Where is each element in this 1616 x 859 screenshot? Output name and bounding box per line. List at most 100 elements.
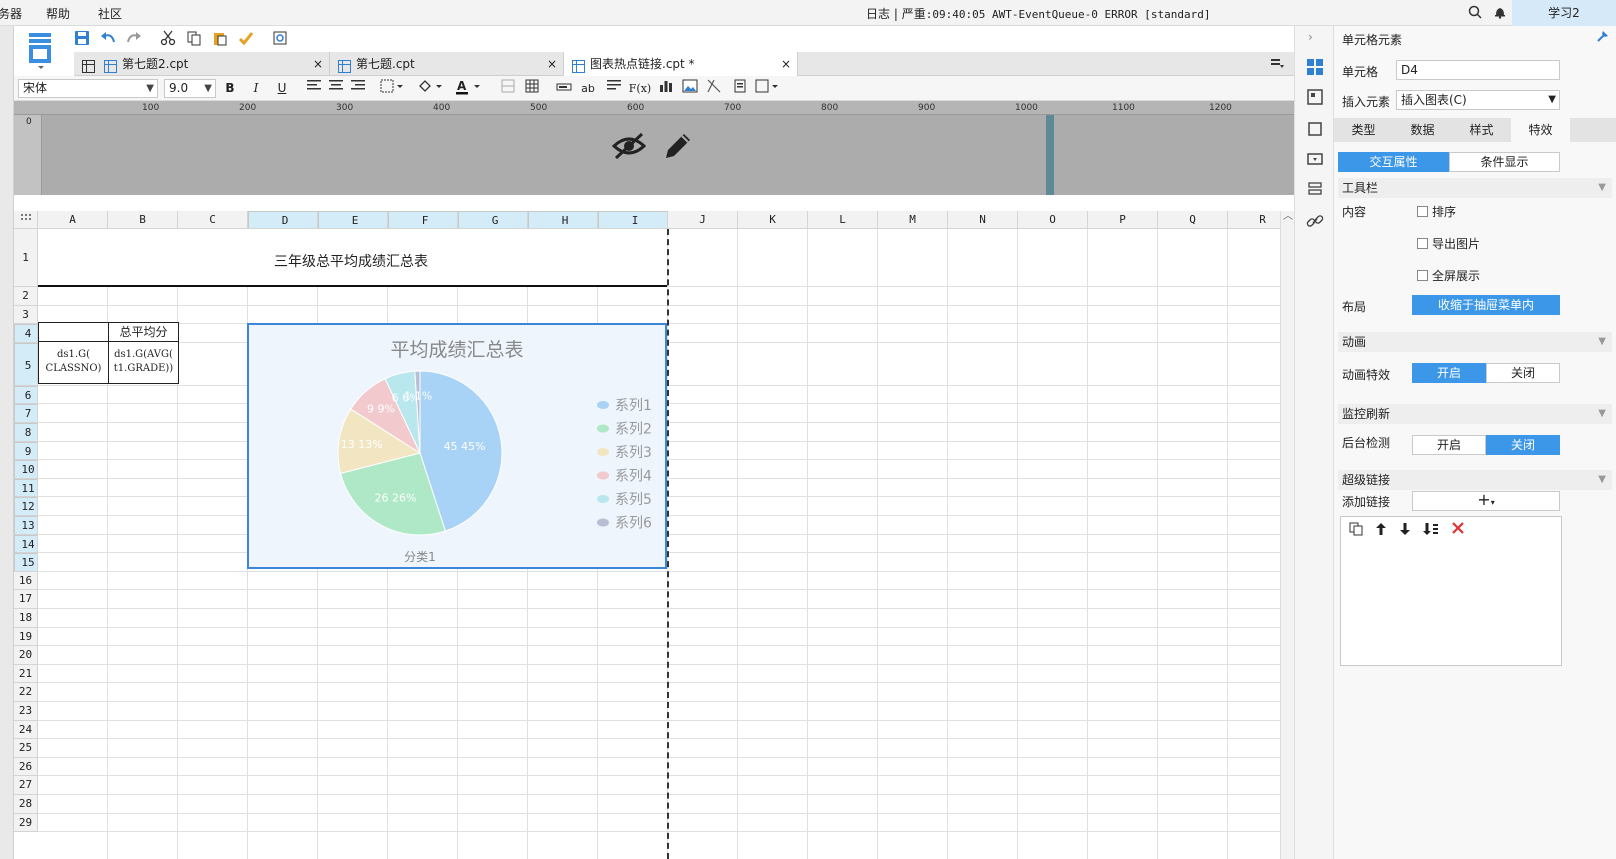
pie-chart-element[interactable]: 平均成绩汇总表 45 45% 26 26% 13 13% 9 9% 6 6% 1 1% 系列… (247, 323, 667, 569)
sort-down-icon[interactable] (1423, 522, 1439, 539)
search-icon[interactable] (1468, 5, 1482, 22)
template-dataset-icon[interactable] (24, 30, 58, 70)
border-icon[interactable] (378, 79, 408, 98)
column-header[interactable]: R (1228, 211, 1280, 229)
table-icon[interactable] (522, 79, 542, 98)
slash-icon[interactable] (704, 79, 724, 98)
row-header[interactable]: 24 (14, 720, 38, 740)
column-header[interactable]: M (878, 211, 948, 229)
row-header[interactable]: 3 (14, 305, 38, 325)
row-header[interactable]: 5 (14, 342, 38, 386)
legend-label[interactable]: 系列1 (615, 398, 652, 414)
animation-off-toggle[interactable]: 关闭 (1486, 363, 1560, 383)
cell-field[interactable]: D4 (1396, 60, 1560, 80)
hyperlink-section-header[interactable]: 超级链接 ▼ (1338, 470, 1612, 490)
tab-type[interactable]: 类型 (1334, 118, 1393, 142)
column-header[interactable]: F (388, 211, 458, 229)
row-header[interactable]: 27 (14, 776, 38, 795)
chart-insert-icon[interactable] (656, 79, 676, 98)
format-painter-icon[interactable] (236, 28, 256, 48)
tab-doc-3[interactable]: 图表热点链接.cpt * × (564, 52, 798, 76)
collapse-arrow-icon[interactable]: › (1308, 30, 1313, 44)
column-header[interactable]: K (738, 211, 808, 229)
condition-attribute-icon[interactable] (1304, 178, 1326, 200)
tab-data[interactable]: 数据 (1393, 118, 1452, 142)
underline-button[interactable]: U (272, 79, 292, 98)
animation-section-header[interactable]: 动画 ▼ (1338, 332, 1612, 352)
close-icon[interactable]: × (781, 52, 791, 76)
cell-element-icon[interactable] (1304, 56, 1326, 78)
row-header[interactable]: 2 (14, 287, 38, 306)
delete-icon[interactable] (1451, 521, 1465, 538)
paste-icon[interactable] (210, 28, 230, 48)
hyperlink-list[interactable] (1340, 516, 1562, 666)
sub-report-icon[interactable] (730, 79, 750, 98)
column-header[interactable]: I (598, 211, 668, 229)
bold-button[interactable]: B (220, 79, 240, 98)
background-check-on-toggle[interactable]: 开启 (1412, 435, 1486, 455)
menu-community[interactable]: 社区 (98, 5, 122, 22)
cell-b4[interactable]: 总平均分 (108, 322, 179, 342)
row-header[interactable]: 25 (14, 739, 38, 758)
column-header[interactable]: C (178, 211, 248, 229)
copy-icon[interactable] (1349, 522, 1363, 539)
title-cell[interactable]: 三年级总平均成绩汇总表 (38, 229, 667, 287)
tab-doc-2[interactable]: 第七题.cpt × (330, 52, 564, 76)
column-header[interactable]: H (528, 211, 598, 229)
row-header[interactable]: 28 (14, 795, 38, 814)
align-left-icon[interactable] (304, 79, 324, 98)
page-boundary-marker[interactable] (1046, 115, 1054, 195)
log-status[interactable]: 日志 | 严重:09:40:05 AWT-EventQueue-0 ERROR … (866, 5, 1211, 22)
tab-interaction-attributes[interactable]: 交互属性 (1338, 152, 1449, 172)
cell-a5[interactable]: ds1.G( CLASSNO) (38, 341, 109, 384)
select-all-corner[interactable] (14, 211, 38, 229)
row-header[interactable]: 23 (14, 702, 38, 721)
font-color-icon[interactable]: A (454, 79, 484, 98)
cell-a4[interactable] (38, 322, 109, 342)
row-header[interactable]: 17 (14, 590, 38, 609)
save-icon[interactable] (72, 28, 92, 48)
row-header[interactable]: 26 (14, 757, 38, 777)
row-header[interactable]: 21 (14, 664, 38, 684)
pin-icon[interactable] (1596, 29, 1610, 46)
row-header[interactable]: 19 (14, 627, 38, 647)
row-header[interactable]: 8 (14, 423, 38, 442)
add-link-button[interactable]: +▾ (1412, 491, 1560, 511)
row-header[interactable]: 18 (14, 609, 38, 628)
column-header[interactable]: P (1088, 211, 1158, 229)
fullscreen-checkbox[interactable] (1417, 270, 1428, 281)
row-header[interactable]: 6 (14, 385, 38, 405)
background-check-off-toggle[interactable]: 关闭 (1486, 435, 1560, 455)
font-size-select[interactable]: 9.0 ▼ (164, 79, 216, 98)
row-header[interactable]: 9 (14, 441, 38, 461)
monitor-section-header[interactable]: 监控刷新 ▼ (1338, 404, 1612, 424)
bell-icon[interactable] (1493, 5, 1507, 22)
undo-icon[interactable] (98, 28, 118, 48)
preview-icon[interactable] (270, 28, 290, 48)
insert-element-select[interactable]: 插入图表(C) ▼ (1396, 90, 1560, 110)
tab-doc-1[interactable]: 第七题2.cpt × (74, 52, 330, 76)
user-account-button[interactable]: 学习2 (1512, 0, 1616, 26)
spreadsheet[interactable]: ABCDEFGHIJKLMNOPQR 1 2 3 4 5 6 7 8 9 10 11 12 13 14 15… (14, 211, 1280, 859)
hyperlink-icon[interactable] (1304, 210, 1326, 232)
column-header[interactable]: Q (1158, 211, 1228, 229)
row-header[interactable]: 1 (14, 229, 38, 287)
cell-attribute-icon[interactable] (1304, 86, 1326, 108)
cell-b5[interactable]: ds1.G(AVG( t1.GRADE)) (108, 341, 179, 384)
formula-button[interactable]: F(x) (628, 79, 652, 98)
scroll-up-icon[interactable]: ︿ (1283, 207, 1293, 222)
font-family-select[interactable]: 宋体 ▼ (18, 79, 158, 98)
menu-help[interactable]: 帮助 (46, 5, 70, 22)
column-header[interactable]: D (248, 211, 318, 229)
export-image-checkbox[interactable] (1417, 238, 1428, 249)
vertical-scrollbar[interactable]: ︿ (1280, 211, 1294, 859)
legend-label[interactable]: 系列5 (615, 492, 652, 508)
italic-button[interactable]: I (246, 79, 266, 98)
move-down-icon[interactable] (1399, 522, 1411, 539)
align-right-icon[interactable] (348, 79, 368, 98)
cell-border-dropdown-icon[interactable] (754, 79, 782, 98)
row-header[interactable]: 16 (14, 571, 38, 591)
tab-effects[interactable]: 特效 (1511, 118, 1570, 142)
column-header[interactable]: A (38, 211, 108, 229)
move-up-icon[interactable] (1375, 522, 1387, 539)
